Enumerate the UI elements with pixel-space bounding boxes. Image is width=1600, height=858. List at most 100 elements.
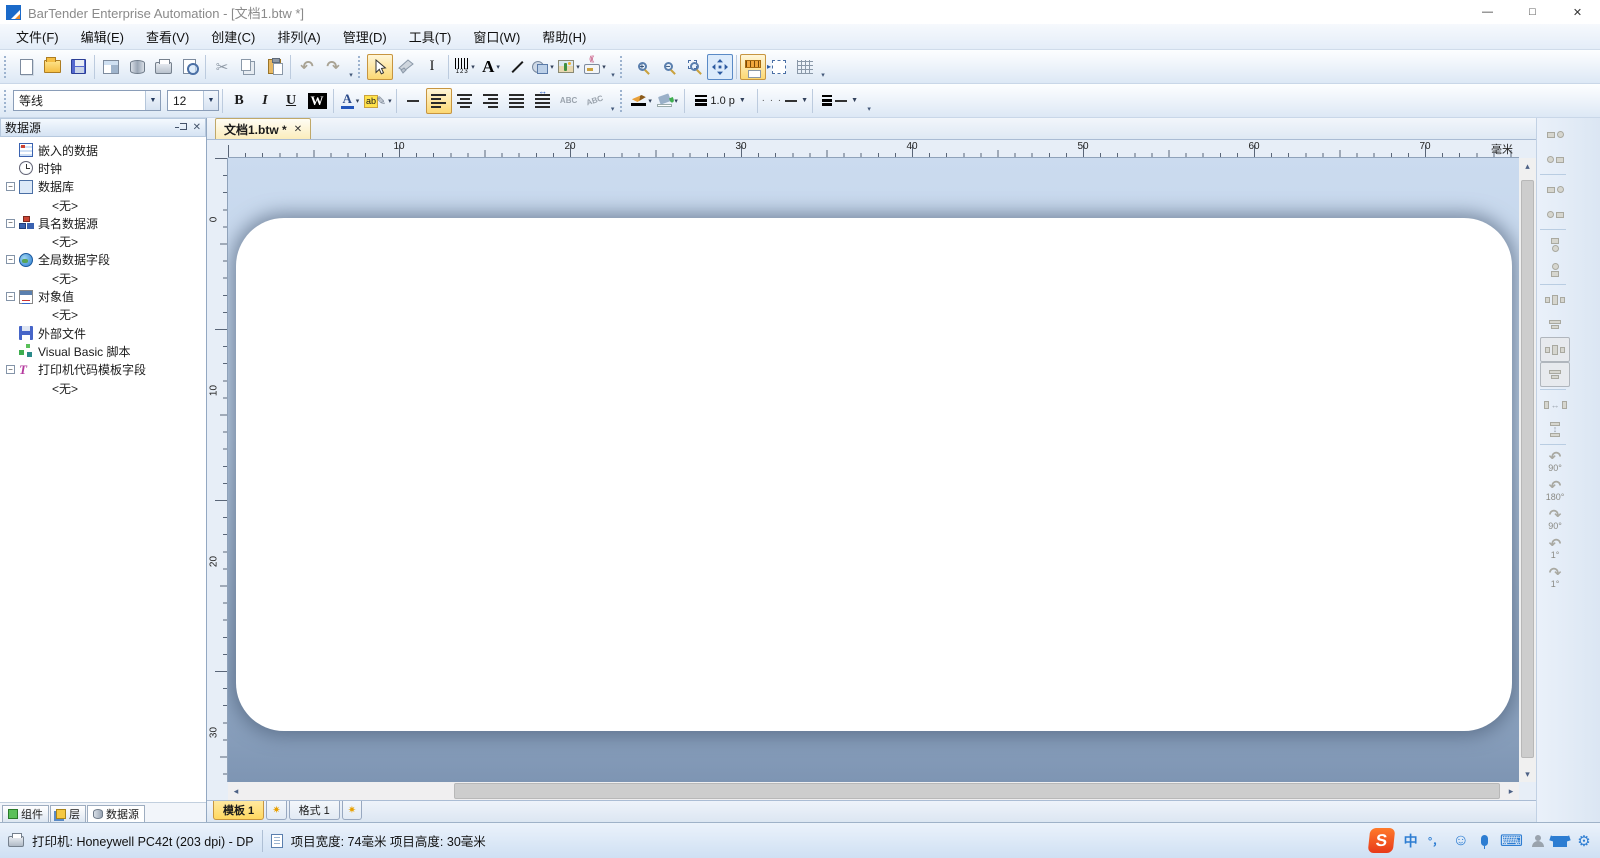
line-weight-dropdown-arrow[interactable]: ▼	[739, 97, 746, 104]
collapse-icon[interactable]: −	[6, 255, 15, 264]
tree-item-external-file[interactable]: 外部文件	[0, 324, 206, 342]
center-vertically-button[interactable]	[1540, 257, 1570, 282]
zoom-out-button[interactable]: −	[655, 54, 681, 80]
font-size-select[interactable]: 12 ▼	[167, 90, 219, 111]
strikeout-button[interactable]	[400, 88, 426, 114]
make-same-width-button[interactable]: ↔	[1540, 392, 1570, 417]
save-button[interactable]	[65, 54, 91, 80]
center-in-label-vertical-button[interactable]	[1540, 312, 1570, 337]
document-tab[interactable]: 文档1.btw * ✕	[215, 118, 311, 139]
encoder-dropdown-arrow[interactable]: ▾	[602, 63, 606, 71]
center-horizontal-template-button[interactable]	[1540, 337, 1570, 362]
undo-button[interactable]: ↶	[294, 54, 320, 80]
zoom-selection-button[interactable]	[681, 54, 707, 80]
shape-tool-button[interactable]: ▾	[530, 54, 556, 80]
paste-button[interactable]	[261, 54, 287, 80]
center-horizontally-button[interactable]	[1540, 232, 1570, 257]
align-center-button[interactable]	[452, 88, 478, 114]
tree-item-named-data-source[interactable]: −具名数据源	[0, 214, 206, 232]
italic-button[interactable]: I	[252, 88, 278, 114]
skin-center-icon[interactable]	[1553, 836, 1567, 847]
menu-edit[interactable]: 编辑(E)	[70, 23, 135, 50]
font-size-dropdown-arrow[interactable]: ▼	[203, 91, 218, 110]
tree-item-database[interactable]: −数据库	[0, 178, 206, 196]
center-vertical-template-button[interactable]	[1540, 362, 1570, 387]
panel-close-icon[interactable]: ✕	[193, 122, 201, 133]
pin-icon[interactable]	[180, 123, 187, 130]
tree-item-printer-code-template[interactable]: −T打印机代码模板字段	[0, 361, 206, 379]
toolbar-overflow[interactable]: ▾	[346, 53, 356, 81]
toolbar-overflow[interactable]: ▾	[608, 87, 618, 115]
close-button[interactable]: ✕	[1555, 0, 1600, 24]
tree-item-none[interactable]: <无>	[0, 269, 206, 287]
font-color-button[interactable]: A ▾	[337, 88, 363, 114]
fit-in-window-button[interactable]	[707, 54, 733, 80]
font-color-dropdown-arrow[interactable]: ▾	[356, 97, 360, 105]
minimize-button[interactable]: —	[1465, 0, 1510, 24]
print-preview-button[interactable]	[176, 54, 202, 80]
tree-item-none[interactable]: <无>	[0, 232, 206, 250]
toolbar-overflow[interactable]: ▾	[608, 53, 618, 81]
scroll-up-arrow[interactable]: ▴	[1519, 158, 1536, 174]
tree-item-object-value[interactable]: −对象值	[0, 287, 206, 305]
image-tool-button[interactable]: ▾	[556, 54, 582, 80]
menu-file[interactable]: 文件(F)	[5, 23, 70, 50]
menu-window[interactable]: 窗口(W)	[462, 23, 531, 50]
vertical-scrollbar[interactable]: ▴ ▾	[1519, 158, 1536, 782]
tree-item-vb-script[interactable]: Visual Basic 脚本	[0, 342, 206, 360]
toggle-grid-button[interactable]	[792, 54, 818, 80]
horizontal-scrollbar[interactable]: ◂ ▸	[228, 782, 1519, 800]
rotate-right-90-button[interactable]: ↷90°	[1540, 508, 1570, 531]
tab-format-1[interactable]: 格式 1	[289, 801, 340, 820]
highlight-dropdown-arrow[interactable]: ▾	[388, 97, 392, 105]
dash-style-dropdown-arrow[interactable]: ▼	[801, 97, 808, 104]
sogou-ime-icon[interactable]: S	[1367, 828, 1395, 853]
font-name-select[interactable]: 等线 ▼	[13, 90, 161, 111]
line-color-dropdown-arrow[interactable]: ▾	[648, 97, 652, 105]
new-document-button[interactable]	[13, 54, 39, 80]
open-button[interactable]	[39, 54, 65, 80]
text-cursor-tool-button[interactable]: I	[419, 54, 445, 80]
tree-item-clock[interactable]: 时钟	[0, 159, 206, 177]
cut-button[interactable]: ✂	[209, 54, 235, 80]
copy-button[interactable]	[235, 54, 261, 80]
make-same-height-button[interactable]: ↕	[1540, 417, 1570, 442]
fill-color-button[interactable]: ▾	[655, 88, 681, 114]
fill-color-dropdown-arrow[interactable]: ▾	[674, 97, 678, 105]
image-dropdown-arrow[interactable]: ▾	[576, 63, 580, 71]
tree-item-none[interactable]: <无>	[0, 379, 206, 397]
compound-line-select[interactable]: ▼	[816, 88, 864, 114]
align-bottom-edges-button[interactable]	[1540, 202, 1570, 227]
text-rotate-button[interactable]: ABC	[582, 88, 608, 114]
thesaurus-icon[interactable]	[1532, 835, 1544, 847]
database-setup-button[interactable]	[124, 54, 150, 80]
tree-item-none[interactable]: <无>	[0, 196, 206, 214]
document-tab-close-icon[interactable]: ✕	[294, 124, 302, 135]
menu-create[interactable]: 创建(C)	[200, 23, 266, 50]
page-setup-button[interactable]	[98, 54, 124, 80]
collapse-icon[interactable]: −	[6, 219, 15, 228]
voice-input-icon[interactable]	[1481, 835, 1488, 846]
menu-tools[interactable]: 工具(T)	[398, 23, 463, 50]
tree-item-none[interactable]: <无>	[0, 306, 206, 324]
text-fit-button[interactable]: ↔	[530, 88, 556, 114]
design-canvas[interactable]	[228, 158, 1519, 782]
font-name-dropdown-arrow[interactable]: ▼	[145, 91, 160, 110]
collapse-icon[interactable]: −	[6, 365, 15, 374]
tab-layers[interactable]: 层	[50, 805, 86, 822]
ime-punctuation-icon[interactable]: °，	[1428, 833, 1444, 849]
scroll-right-arrow[interactable]: ▸	[1503, 786, 1519, 797]
underline-button[interactable]: U	[278, 88, 304, 114]
tree-item-global-data-field[interactable]: −全局数据字段	[0, 251, 206, 269]
emoji-picker-icon[interactable]: ☺	[1453, 832, 1469, 850]
redo-button[interactable]: ↷	[320, 54, 346, 80]
print-area-button[interactable]	[766, 54, 792, 80]
format-painter-button[interactable]	[393, 54, 419, 80]
rotate-right-1-button[interactable]: ↷1°	[1540, 566, 1570, 589]
compound-line-dropdown-arrow[interactable]: ▼	[851, 97, 858, 104]
collapse-icon[interactable]: −	[6, 182, 15, 191]
tree-item-embedded-data[interactable]: 嵌入的数据	[0, 141, 206, 159]
menu-view[interactable]: 查看(V)	[135, 23, 200, 50]
select-tool-button[interactable]	[367, 54, 393, 80]
scroll-down-arrow[interactable]: ▾	[1519, 766, 1536, 782]
